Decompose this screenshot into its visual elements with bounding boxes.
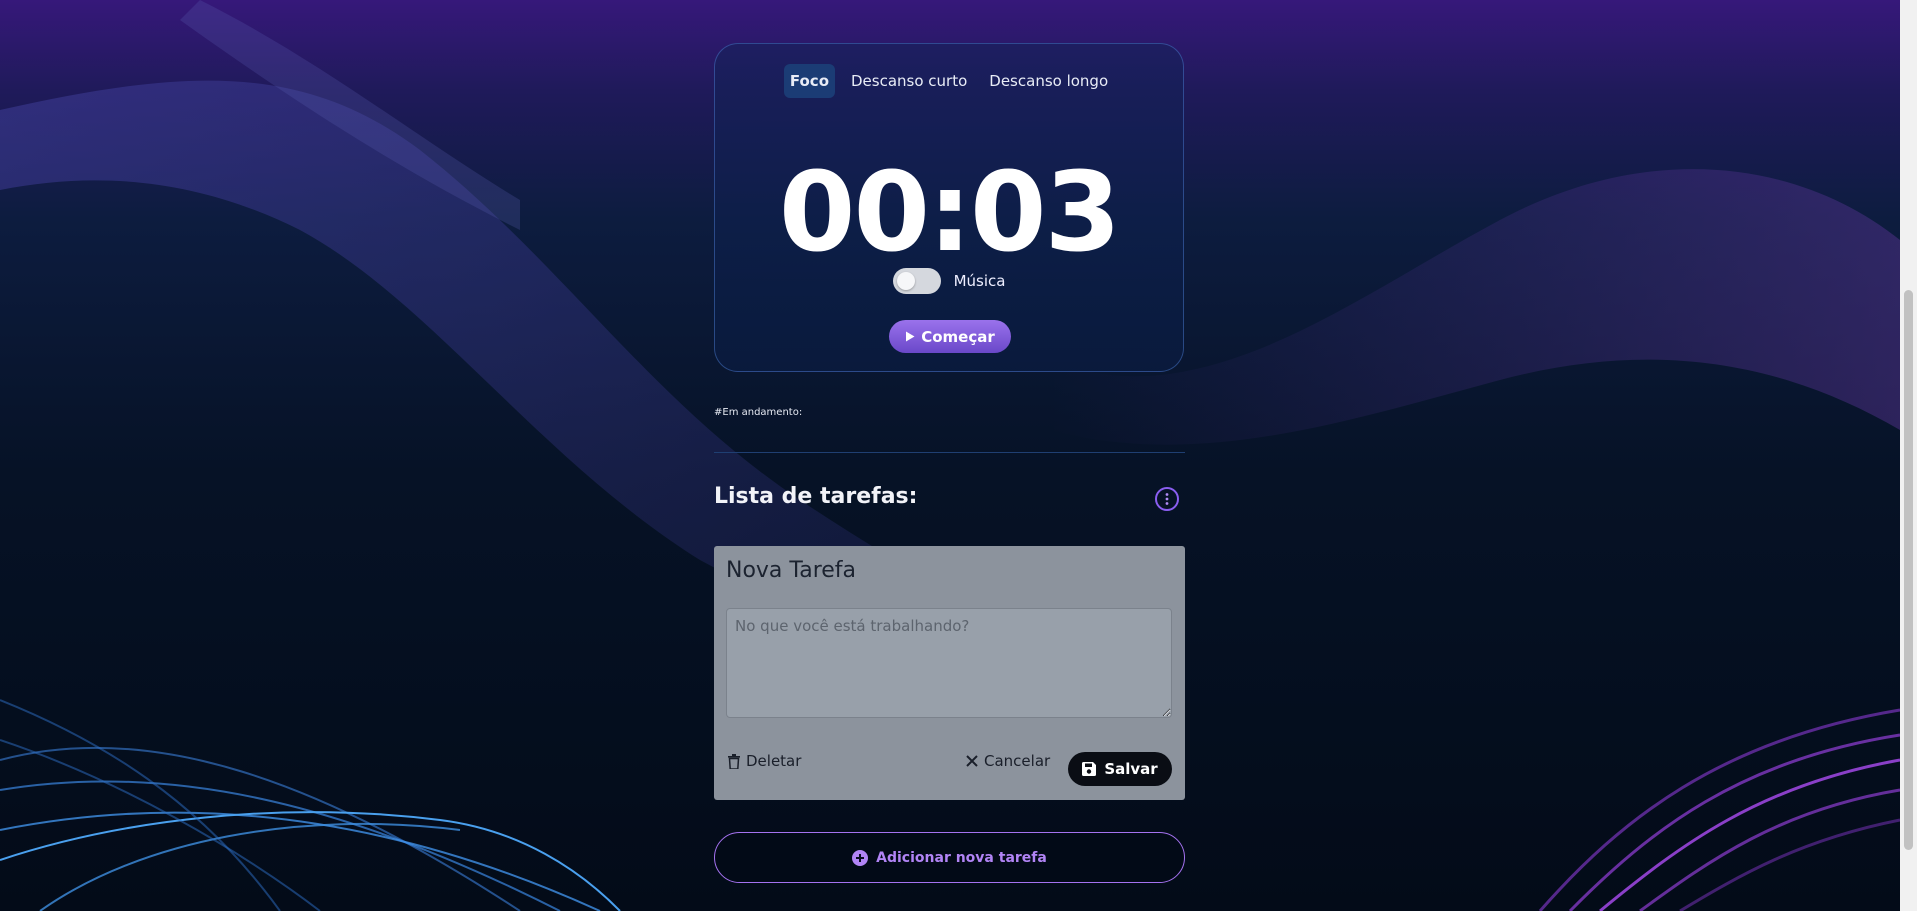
task-list-title: Lista de tarefas: (714, 484, 918, 509)
save-button[interactable]: Salvar (1068, 752, 1172, 786)
floppy-disk-icon (1082, 762, 1097, 776)
play-icon (906, 331, 915, 342)
tab-descanso-curto[interactable]: Descanso curto (845, 64, 973, 98)
add-task-label: Adicionar nova tarefa (876, 849, 1047, 866)
timer-card: Foco Descanso curto Descanso longo 00:03… (714, 43, 1184, 372)
tab-descanso-longo[interactable]: Descanso longo (983, 64, 1114, 98)
task-list-options-button[interactable] (1155, 487, 1179, 511)
music-toggle[interactable] (892, 268, 941, 294)
plus-circle-icon (852, 849, 869, 866)
timer-display: 00:03 (778, 148, 1121, 276)
scrollbar-thumb[interactable] (1904, 290, 1913, 850)
new-task-form: Nova Tarefa Deletar Cancelar Salvar (714, 546, 1185, 800)
section-divider (714, 452, 1185, 453)
start-button[interactable]: Começar (889, 320, 1011, 353)
toggle-knob (896, 272, 915, 290)
cancel-label: Cancelar (984, 752, 1051, 770)
delete-button[interactable]: Deletar (728, 752, 801, 770)
more-vertical-icon (1165, 493, 1169, 505)
save-label: Salvar (1104, 760, 1158, 778)
in-progress-label: #Em andamento: (714, 407, 803, 418)
page-scrollbar[interactable] (1900, 0, 1917, 911)
close-icon (966, 755, 978, 767)
start-button-label: Começar (921, 327, 995, 346)
add-task-button[interactable]: Adicionar nova tarefa (714, 832, 1185, 883)
task-description-input[interactable] (726, 608, 1172, 718)
timer-mode-tabs: Foco Descanso curto Descanso longo (715, 64, 1183, 98)
delete-label: Deletar (746, 752, 802, 770)
tab-foco[interactable]: Foco (783, 64, 835, 98)
trash-icon (728, 753, 740, 769)
music-toggle-row: Música (715, 268, 1183, 294)
music-label: Música (953, 272, 1006, 290)
new-task-heading: Nova Tarefa (726, 558, 857, 583)
cancel-button[interactable]: Cancelar (966, 752, 1050, 770)
